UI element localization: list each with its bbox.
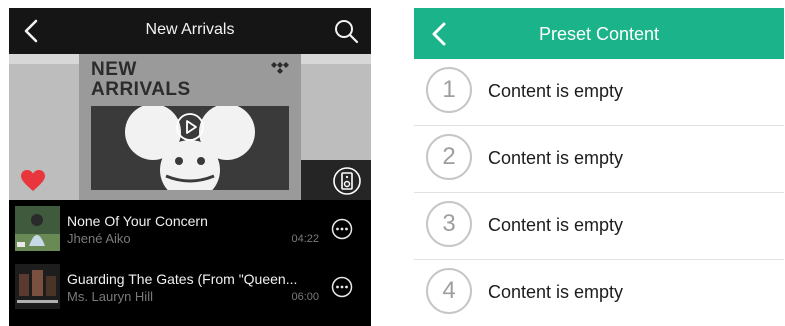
track-title: Guarding The Gates (From "Queen... <box>67 271 298 287</box>
preset-label: Content is empty <box>488 215 624 235</box>
preset-item[interactable]: 4 Content is empty <box>414 260 784 326</box>
track-duration: 04:22 <box>291 233 319 245</box>
cover-text: NEW ARRIVALS <box>91 60 191 100</box>
preset-item[interactable]: 2 Content is empty <box>414 126 784 193</box>
tidal-logo-icon <box>271 62 289 74</box>
play-icon[interactable] <box>175 112 205 142</box>
search-icon[interactable] <box>333 18 359 44</box>
more-icon[interactable] <box>331 218 353 240</box>
preset-number-badge: 1 <box>426 67 472 113</box>
track-artist: Ms. Lauryn Hill <box>67 289 153 304</box>
page-title: Preset Content <box>538 24 660 44</box>
preset-label: Content is empty <box>488 282 624 302</box>
featured-banner[interactable]: NEW ARRIVALS <box>9 54 371 200</box>
preset-number-badge: 4 <box>426 268 472 314</box>
track-title: None Of Your Concern <box>67 213 208 229</box>
preset-item[interactable]: 1 Content is empty <box>414 59 784 126</box>
preset-label: Content is empty <box>488 81 624 101</box>
album-thumbnail-image <box>15 206 60 251</box>
page-title: New Arrivals <box>145 21 235 38</box>
top-bar: New Arrivals <box>9 8 371 54</box>
track-row[interactable]: Guarding The Gates (From "Queen... Ms. L… <box>9 258 371 314</box>
album-thumbnail-image <box>15 264 60 309</box>
track-thumbnail <box>15 264 60 309</box>
preset-label: Content is empty <box>488 148 624 168</box>
cover-text-line-2: ARRIVALS <box>91 79 191 100</box>
preset-number-badge: 3 <box>426 201 472 247</box>
preset-number-badge: 2 <box>426 134 472 180</box>
top-bar: Preset Content <box>414 8 784 59</box>
preset-item[interactable]: 3 Content is empty <box>414 193 784 260</box>
cover-text-line-1: NEW <box>91 59 137 80</box>
track-thumbnail <box>15 206 60 251</box>
music-app-screen: New Arrivals NEW ARRIVALS None Of Your C… <box>9 8 371 326</box>
track-artist: Jhené Aiko <box>67 231 131 246</box>
speaker-icon[interactable] <box>333 167 361 195</box>
more-icon[interactable] <box>331 276 353 298</box>
track-duration: 06:00 <box>291 291 319 303</box>
track-row[interactable]: None Of Your Concern Jhené Aiko 04:22 <box>9 200 371 256</box>
heart-icon[interactable] <box>21 170 45 192</box>
preset-content-screen: Preset Content 1 Content is empty 2 Cont… <box>414 8 784 326</box>
